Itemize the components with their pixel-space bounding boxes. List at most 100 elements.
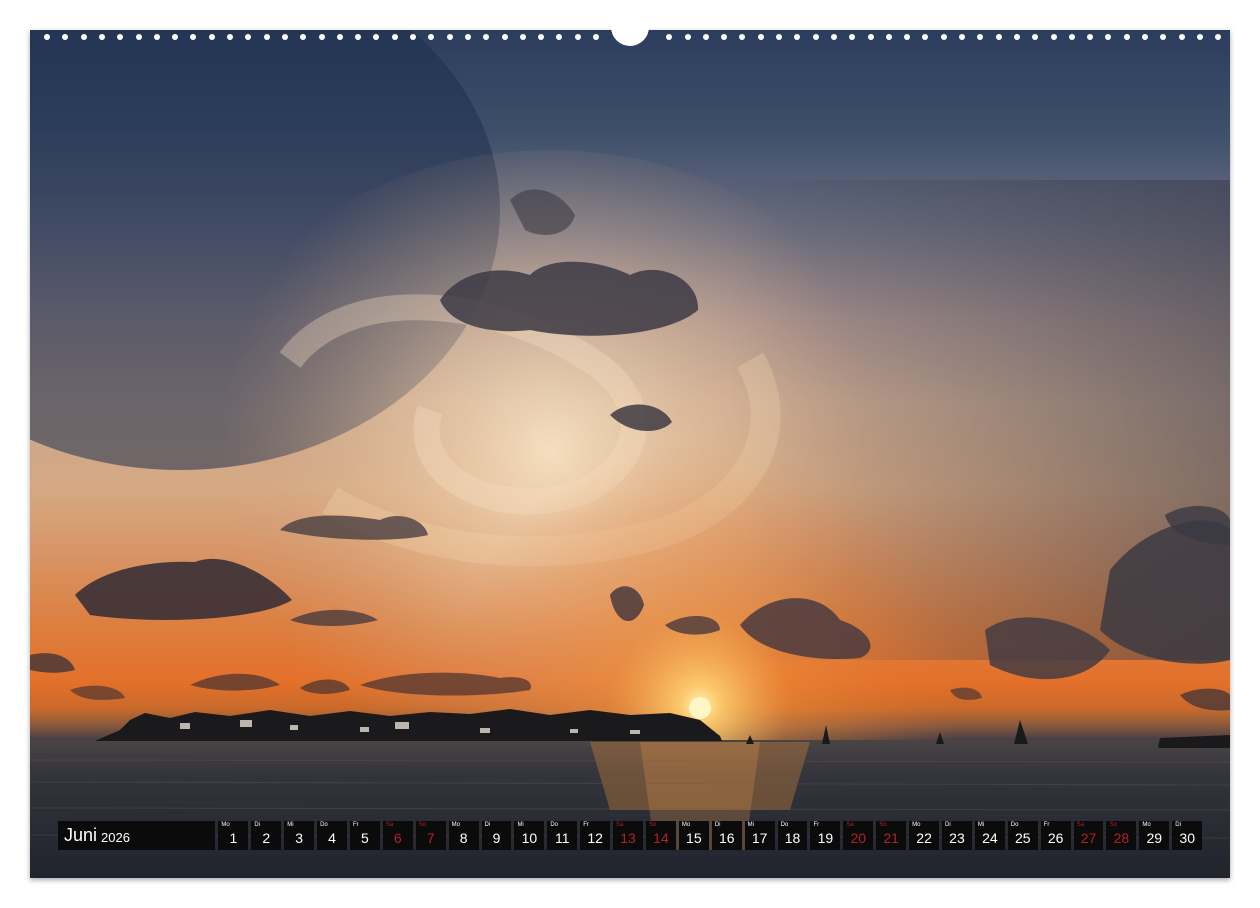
day-number: 2 [262, 830, 271, 846]
day-number: 12 [587, 830, 603, 846]
binding-hole [574, 34, 581, 40]
day-weekday: Mo [451, 822, 460, 828]
binding-hole [153, 34, 160, 40]
day-cell: Fr 5 [349, 821, 380, 850]
day-number: 15 [686, 830, 702, 846]
day-number: 16 [718, 830, 735, 846]
day-cell: Mo 15 [678, 821, 709, 850]
binding-hole [245, 34, 252, 40]
month-label: Juni 2026 [58, 821, 216, 850]
day-cell: Sa 13 [613, 821, 643, 850]
binding-hole [757, 34, 764, 40]
day-number: 29 [1146, 830, 1163, 846]
day-cell: So 14 [646, 821, 676, 850]
month-name: Juni [64, 825, 98, 845]
binding-hole [1013, 34, 1020, 40]
day-number: 9 [492, 830, 501, 846]
day-cell: Fr 19 [810, 821, 841, 850]
day-cell: Mo 22 [909, 821, 940, 850]
binding-hole [483, 34, 490, 40]
day-weekday: Sa [616, 822, 624, 828]
day-weekday: Mi [517, 822, 524, 828]
binding-hole [391, 34, 398, 40]
day-number: 17 [751, 830, 768, 846]
binding-hole [464, 34, 471, 40]
day-cell: Di 23 [942, 821, 972, 850]
binding-hole [867, 34, 874, 40]
day-number: 3 [295, 830, 304, 846]
binding-hole [885, 34, 892, 40]
day-weekday: So [418, 822, 427, 828]
binding-hole [190, 34, 197, 40]
day-cell: Sa 27 [1073, 821, 1104, 850]
binding-hole [1160, 34, 1167, 40]
binding-hole [1105, 34, 1112, 40]
binding-hole [1050, 34, 1057, 40]
day-number: 25 [1014, 830, 1031, 846]
day-weekday: Do [1010, 822, 1019, 828]
binding-hole [684, 34, 691, 40]
binding-hole [300, 34, 307, 40]
binding-hole [227, 34, 233, 40]
day-number: 14 [653, 830, 669, 846]
binding-hole [922, 34, 929, 40]
day-cell: Di 30 [1172, 821, 1203, 850]
day-number: 13 [620, 830, 636, 846]
day-number: 10 [521, 830, 538, 846]
day-cell: Sa 20 [843, 821, 874, 850]
day-cell: Do 4 [317, 821, 347, 850]
day-cell: Mo 8 [448, 821, 479, 850]
binding-hole [519, 34, 526, 40]
binding-hole [208, 34, 215, 40]
day-weekday: Mo [681, 822, 691, 828]
binding-hole [666, 34, 673, 40]
day-weekday: Do [320, 822, 328, 828]
binding-hole [1068, 34, 1075, 40]
binding-hole [501, 34, 508, 40]
binding-hole [172, 34, 179, 40]
binding-hole [556, 34, 563, 40]
binding-hole [959, 34, 965, 40]
binding-hole [1215, 34, 1222, 40]
binding-hole [538, 34, 545, 40]
day-weekday: Fr [1043, 822, 1050, 828]
binding-hole [336, 34, 343, 40]
day-cell: Fr 26 [1040, 821, 1071, 850]
day-weekday: Sa [1076, 822, 1084, 828]
binding-hole [904, 34, 911, 40]
day-weekday: So [649, 822, 657, 828]
binding-hole [1142, 34, 1148, 40]
day-cell: Do 25 [1007, 821, 1038, 850]
day-number: 7 [426, 830, 435, 846]
month-year: 2026 [101, 829, 130, 845]
day-cell: Fr 12 [580, 821, 611, 850]
day-cell: Mi 17 [744, 821, 775, 850]
day-cell: Mi 24 [974, 821, 1005, 850]
day-weekday: Mi [977, 822, 985, 828]
day-number: 8 [459, 830, 468, 846]
binding-hole [44, 34, 50, 40]
day-number: 30 [1179, 830, 1195, 846]
day-cell: So 28 [1106, 821, 1137, 850]
day-cell: Do 11 [547, 821, 578, 850]
binding-hole [62, 34, 69, 40]
binding-hole [739, 34, 746, 40]
binding-hole [1196, 34, 1203, 40]
day-number: 27 [1080, 830, 1097, 846]
binding-hole [776, 34, 782, 40]
day-number: 22 [916, 830, 932, 846]
binding-hole [593, 34, 599, 40]
day-number: 19 [817, 830, 834, 846]
day-number: 5 [361, 830, 369, 846]
day-cell: So 21 [876, 821, 907, 850]
day-cell: Di 2 [251, 821, 282, 850]
binding-hole [1233, 34, 1240, 40]
day-number: 11 [555, 830, 570, 846]
binding-hole [721, 34, 728, 40]
binding-hole [1032, 34, 1039, 40]
day-weekday: So [1109, 822, 1117, 828]
day-weekday: Sa [385, 822, 394, 828]
day-number: 24 [982, 830, 998, 846]
sunset-photo [30, 30, 1230, 878]
day-weekday: Mi [287, 822, 294, 828]
